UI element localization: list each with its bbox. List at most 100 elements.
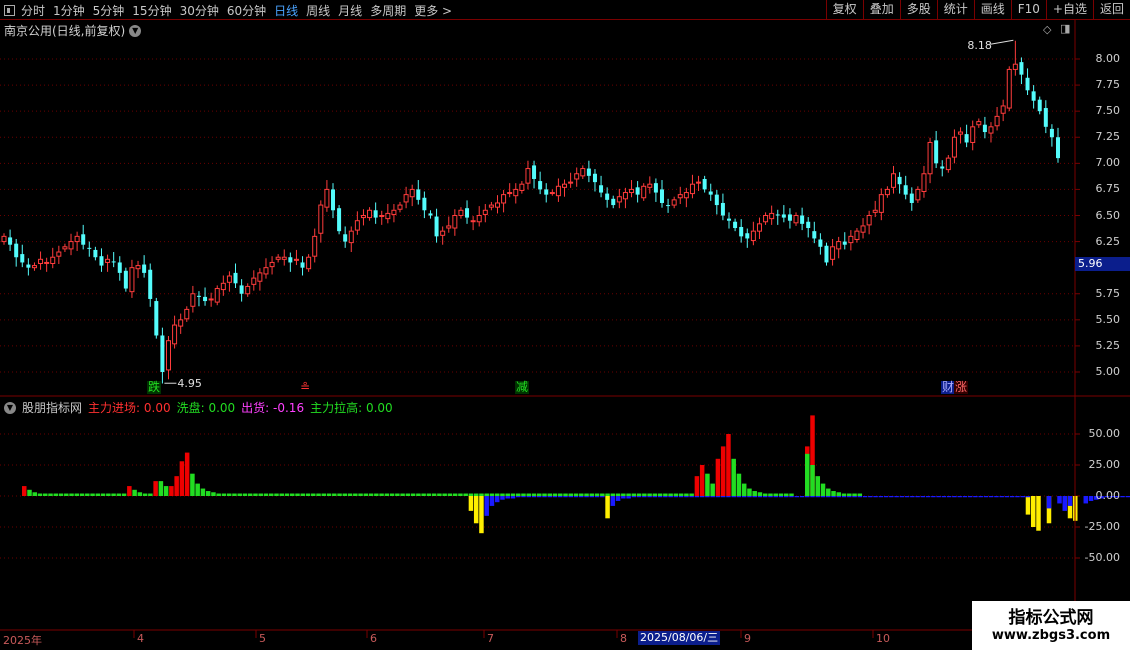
indicator-bar — [531, 493, 537, 496]
indicator-bar — [715, 458, 721, 496]
candle-body — [190, 293, 196, 307]
candle-body — [81, 234, 86, 245]
indicator-bar — [85, 493, 90, 496]
candle-body — [532, 165, 537, 179]
candle-body — [599, 185, 604, 193]
indicator-bar — [510, 493, 516, 496]
indicator-bar — [32, 492, 38, 496]
candle-body — [117, 262, 122, 273]
indicator-tick-label: -50.00 — [1084, 551, 1120, 564]
candle-body — [689, 183, 695, 195]
event-marker-0[interactable]: 跌 — [147, 381, 162, 394]
chevron-down-icon[interactable]: ▼ — [4, 401, 16, 414]
indicator-bar — [836, 492, 842, 496]
indicator-bar — [463, 493, 468, 496]
indicator-bar — [74, 493, 80, 496]
candle-body — [293, 258, 299, 261]
candle-body — [501, 194, 507, 204]
watermark: 指标公式网 www.zbgs3.com — [972, 601, 1130, 650]
indicator-bar — [311, 493, 316, 496]
candle-body — [824, 245, 829, 263]
indicator-bar — [174, 476, 179, 496]
candle-body — [397, 204, 403, 210]
low-label: 4.95 — [177, 377, 202, 390]
candle-body — [739, 226, 744, 237]
candle-body — [239, 285, 244, 294]
candle-body — [391, 209, 397, 215]
candle-body — [641, 185, 647, 199]
indicator-legend-3: 主力拉高: 0.00 — [310, 401, 393, 415]
event-marker-3[interactable]: 财 — [941, 381, 956, 394]
candle-body — [172, 324, 178, 345]
date-cursor-label: 2025/08/06/三 — [638, 631, 721, 645]
event-marker-2[interactable]: 减 — [515, 381, 530, 394]
indicator-bar — [831, 496, 836, 498]
indicator-bar — [316, 493, 321, 496]
indicator-bar — [95, 493, 101, 496]
date-tick-label: 4 — [137, 632, 144, 645]
candle-body — [915, 188, 921, 201]
candle-body — [800, 215, 805, 224]
indicator-bar — [579, 493, 584, 496]
indicator-bar — [384, 493, 390, 496]
candle-body — [702, 178, 707, 190]
chart-frame — [0, 20, 1130, 650]
indicator-bar — [479, 493, 484, 496]
indicator-bar — [678, 493, 684, 496]
candle-body — [154, 301, 159, 336]
candle-body — [233, 272, 238, 284]
indicator-bar — [852, 496, 857, 498]
indicator-bar — [342, 493, 348, 496]
indicator-bar — [584, 496, 589, 498]
candle-body — [793, 215, 799, 224]
indicator-tick-label: 25.00 — [1088, 458, 1121, 471]
indicator-bar — [1088, 496, 1094, 501]
indicator-bar — [684, 496, 689, 498]
date-tick-label: 2025年 — [3, 634, 42, 647]
candle-body — [142, 264, 147, 273]
candle-body — [38, 258, 44, 264]
candle-body — [872, 209, 878, 213]
indicator-bar — [710, 483, 715, 496]
candle-body — [671, 199, 677, 206]
indicator-bar — [1025, 496, 1031, 498]
indicator-bar — [563, 496, 568, 498]
candle-body — [324, 188, 330, 208]
candle-body — [781, 214, 786, 218]
indicator-bar — [847, 493, 852, 496]
candle-body — [1031, 91, 1036, 101]
indicator-bar — [631, 496, 637, 498]
candle-body — [330, 189, 335, 211]
event-marker-1[interactable]: ≗ — [299, 381, 312, 394]
indicator-bar — [762, 496, 768, 498]
indicator-bar — [605, 496, 610, 519]
high-label: 8.18 — [967, 39, 992, 52]
indicator-bar — [179, 461, 185, 496]
candle-body — [226, 275, 232, 283]
indicator-bar — [437, 493, 442, 496]
indicator-bar — [90, 493, 95, 496]
indicator-bar — [1062, 496, 1068, 511]
candle-body — [1056, 137, 1060, 159]
indicator-bars — [22, 415, 1130, 534]
indicator-bar — [642, 493, 647, 496]
candle-body — [135, 265, 141, 270]
candle-body — [245, 285, 251, 295]
event-marker-4[interactable]: 涨 — [954, 381, 969, 394]
indicator-bar — [290, 493, 295, 496]
candle-body — [1043, 108, 1048, 127]
indicator-bar — [973, 496, 978, 498]
indicator-bar — [941, 496, 947, 498]
indicator-bar — [300, 493, 306, 496]
indicator-bar — [111, 493, 116, 496]
indicator-bar — [458, 493, 463, 496]
candle-body — [622, 192, 628, 200]
indicator-bar — [600, 493, 605, 496]
indicator-bar — [537, 496, 542, 498]
indicator-bar — [1009, 496, 1015, 498]
indicator-bar — [353, 493, 358, 496]
indicator-bar — [1067, 496, 1073, 506]
indicator-bar — [778, 496, 784, 498]
indicator-bar — [857, 496, 863, 498]
indicator-bar — [563, 493, 568, 496]
